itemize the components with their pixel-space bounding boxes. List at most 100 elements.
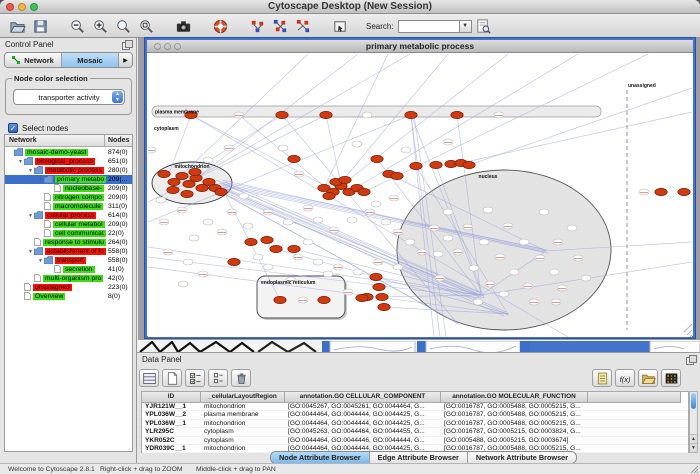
network-node[interactable] bbox=[469, 265, 479, 271]
tab-overflow-button[interactable]: ▶ bbox=[119, 53, 132, 67]
network-node[interactable] bbox=[553, 239, 563, 245]
scroll-up-icon[interactable]: ▲ bbox=[690, 434, 697, 443]
tree-row-secretion[interactable]: secretion41(0) bbox=[5, 265, 132, 274]
network-node[interactable] bbox=[581, 275, 591, 281]
network-canvas[interactable]: plasma membranecytoplasmmitochondrionnuc… bbox=[148, 54, 692, 337]
scroll-down-icon[interactable]: ▼ bbox=[690, 443, 697, 452]
network-node[interactable] bbox=[381, 219, 391, 225]
network-node[interactable] bbox=[485, 281, 495, 287]
network-node-selected[interactable] bbox=[391, 172, 403, 179]
network-node[interactable] bbox=[203, 219, 213, 225]
tree-col-network[interactable]: Network bbox=[9, 137, 37, 144]
attribute-table[interactable]: ID_cellularLayoutRegionannotation.GO CEL… bbox=[141, 391, 689, 453]
scrollbar-thumb[interactable] bbox=[691, 393, 696, 409]
network-window-titlebar[interactable]: primary metabolic process bbox=[147, 40, 693, 53]
table-cell[interactable]: plasma membrane bbox=[201, 411, 285, 418]
table-row[interactable]: YKR052Ccytoplasm[GO:0044464, GO:0044446,… bbox=[142, 437, 688, 445]
tree-row-transport[interactable]: ▼transport558(0) bbox=[5, 256, 132, 265]
tree-expander-icon[interactable]: ▼ bbox=[27, 168, 34, 174]
network-node-selected[interactable] bbox=[358, 188, 370, 195]
network-node-selected[interactable] bbox=[215, 188, 227, 195]
network-node[interactable] bbox=[453, 249, 463, 255]
network-node-selected[interactable] bbox=[274, 296, 286, 303]
network-node-selected[interactable] bbox=[323, 192, 335, 199]
network-node[interactable] bbox=[443, 139, 453, 145]
table-cell[interactable]: YKR052C bbox=[142, 437, 201, 444]
network-node[interactable] bbox=[549, 269, 559, 275]
network-node[interactable] bbox=[303, 205, 313, 211]
zoom-out-button[interactable] bbox=[67, 17, 88, 36]
network-node[interactable] bbox=[156, 197, 166, 203]
tree-row-label[interactable]: transport bbox=[55, 257, 86, 264]
network-node-selected[interactable] bbox=[176, 172, 188, 179]
network-node-selected[interactable] bbox=[678, 188, 690, 195]
network-node-selected[interactable] bbox=[318, 296, 330, 303]
network-node[interactable] bbox=[509, 269, 519, 275]
network-node[interactable] bbox=[429, 225, 439, 231]
select-attributes-button[interactable] bbox=[139, 369, 159, 387]
tree-row-cellular-process[interactable]: ▼cellular process614(0) bbox=[5, 211, 132, 220]
network-node[interactable] bbox=[551, 299, 561, 305]
tree-row-nucleobase-[interactable]: nucleobase-209(0) bbox=[5, 184, 132, 193]
tree-row-primary-metabo[interactable]: ▼primary metabo209(... bbox=[5, 175, 132, 184]
table-cell[interactable]: YJR121W__1 bbox=[142, 403, 201, 410]
tree-row-biological-process[interactable]: ▼biological_process651(0) bbox=[5, 157, 132, 166]
network-node-selected[interactable] bbox=[158, 170, 170, 177]
network-node-selected[interactable] bbox=[371, 155, 383, 162]
table-cell[interactable]: [GO:0045263, GO:0044464, GO:0044455, G..… bbox=[285, 428, 441, 435]
network-node[interactable] bbox=[519, 239, 529, 245]
tree-expander-icon[interactable]: ▼ bbox=[37, 258, 44, 264]
network-node-selected[interactable] bbox=[320, 111, 332, 118]
network-node[interactable] bbox=[401, 147, 411, 153]
tree-row-label[interactable]: metabolic process bbox=[45, 167, 104, 174]
save-session-button[interactable] bbox=[30, 17, 51, 36]
network-node[interactable] bbox=[298, 297, 308, 303]
table-cell[interactable]: YDR039C__1 bbox=[142, 445, 201, 452]
tree-row-label[interactable]: nitrogen compo bbox=[53, 194, 104, 201]
table-row[interactable]: YPL036W__2plasma membrane[GO:0044464, GO… bbox=[142, 411, 688, 419]
network-node[interactable] bbox=[333, 264, 343, 270]
table-cell[interactable]: [GO:0044464, GO:0044444, GO:0044425, G..… bbox=[285, 420, 441, 427]
table-header-spacer[interactable] bbox=[588, 392, 681, 403]
network-node[interactable] bbox=[529, 299, 539, 305]
network-node[interactable] bbox=[639, 189, 649, 195]
network-node-selected[interactable] bbox=[451, 111, 463, 118]
table-header-_cellularLayoutRegion[interactable]: _cellularLayoutRegion bbox=[201, 392, 285, 403]
network-node[interactable] bbox=[343, 289, 353, 295]
tree-row-label[interactable]: unassigned bbox=[33, 284, 72, 291]
tree-row-label[interactable]: cellular metabol bbox=[53, 221, 105, 228]
network-node[interactable] bbox=[393, 229, 403, 235]
network-node-selected[interactable] bbox=[430, 161, 442, 168]
network-node[interactable] bbox=[263, 209, 273, 215]
tree-row-label[interactable]: nucleobase- bbox=[63, 185, 104, 192]
network-node[interactable] bbox=[148, 147, 156, 153]
network-node[interactable] bbox=[373, 259, 383, 265]
tree-row-nitrogen-compo[interactable]: nitrogen compo209(0) bbox=[5, 193, 132, 202]
network-node-selected[interactable] bbox=[655, 188, 667, 195]
tree-row-label[interactable]: response to stimulu bbox=[43, 239, 106, 246]
tree-row-label[interactable]: secretion bbox=[63, 266, 95, 273]
network-node[interactable] bbox=[183, 259, 193, 265]
network-node[interactable] bbox=[483, 207, 493, 213]
network-node[interactable] bbox=[495, 254, 505, 260]
network-node-selected[interactable] bbox=[339, 176, 351, 183]
search-dropdown-button[interactable]: ▼ bbox=[460, 20, 472, 33]
network-node[interactable] bbox=[329, 227, 339, 233]
select-nodes-checkbox[interactable]: ✓ bbox=[8, 123, 18, 133]
network-node-selected[interactable] bbox=[288, 245, 300, 252]
attribute-list-button[interactable] bbox=[208, 369, 228, 387]
network-node[interactable] bbox=[347, 217, 357, 223]
search-options-button[interactable] bbox=[473, 17, 494, 36]
search-input[interactable] bbox=[398, 20, 460, 33]
network-node[interactable] bbox=[189, 235, 199, 241]
network-node-selected[interactable] bbox=[373, 283, 385, 290]
network-node-selected[interactable] bbox=[270, 245, 282, 252]
network-node-selected[interactable] bbox=[370, 273, 382, 280]
network-node[interactable] bbox=[203, 157, 213, 163]
load-attributes-button[interactable] bbox=[638, 369, 658, 387]
tree-col-nodes[interactable]: Nodes bbox=[108, 137, 129, 144]
network-node[interactable] bbox=[433, 251, 443, 257]
tree-row-label[interactable]: Overview bbox=[33, 293, 65, 300]
open-file-button[interactable] bbox=[7, 17, 28, 36]
network-node[interactable] bbox=[494, 112, 504, 118]
